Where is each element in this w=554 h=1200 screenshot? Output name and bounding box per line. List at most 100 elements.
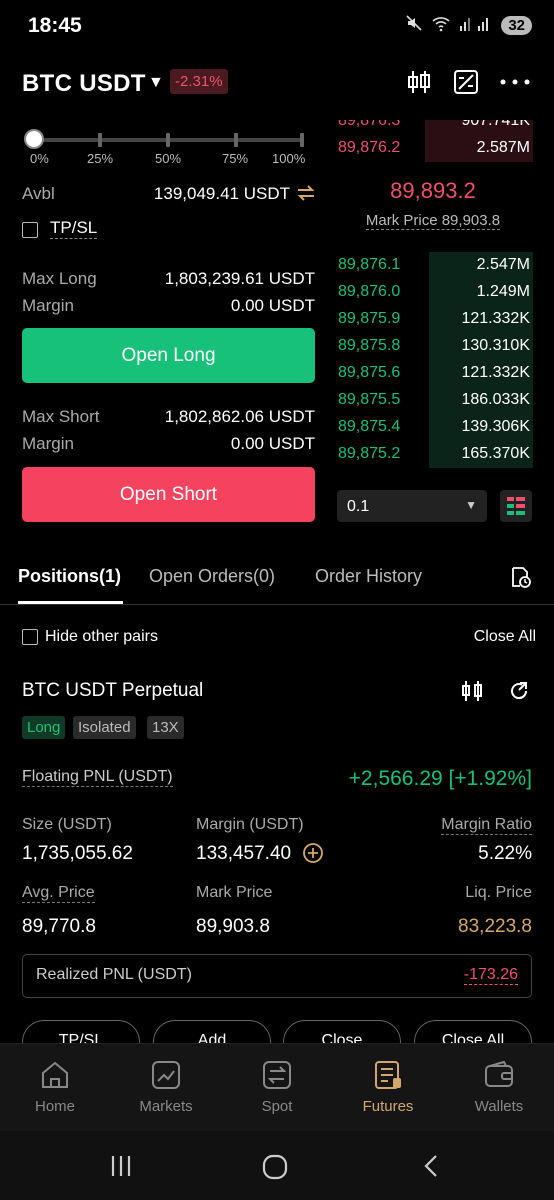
bid-price: 89,875.5 <box>338 391 401 408</box>
bid-qty: 186.033K <box>461 391 530 408</box>
back-icon[interactable] <box>420 1153 442 1184</box>
hide-other-pairs-checkbox[interactable] <box>22 629 38 645</box>
bid-qty: 1.249M <box>476 283 530 300</box>
margin-short-value: 0.00 USDT <box>230 434 315 453</box>
bid-price: 89,876.0 <box>338 283 401 300</box>
nav-home[interactable]: Home <box>15 1058 95 1115</box>
system-nav-bar <box>0 1131 554 1200</box>
orderbook-bid-row[interactable]: 89,875.6 121.332K <box>333 360 533 387</box>
floating-pnl-label[interactable]: Floating PNL (USDT) <box>22 768 173 787</box>
tab-positions[interactable]: Positions(1) <box>18 566 121 587</box>
open-long-button[interactable]: Open Long <box>22 328 315 383</box>
bid-qty: 130.310K <box>461 337 530 354</box>
status-icons: 32 <box>405 14 532 37</box>
realized-pnl-box: Realized PNL (USDT) -173.26 <box>22 954 532 998</box>
home-button-icon[interactable] <box>261 1153 289 1186</box>
orderbook-bid-row[interactable]: 89,875.9 121.332K <box>333 306 533 333</box>
bid-price: 89,875.4 <box>338 418 401 435</box>
wallet-icon <box>485 1060 513 1087</box>
position-title[interactable]: BTC USDT Perpetual <box>22 680 203 702</box>
orderbook-ask-row[interactable]: 89,876.2 2.587M <box>333 135 533 162</box>
orderbook-bid-row[interactable]: 89,875.2 165.370K <box>333 441 533 468</box>
bid-price: 89,875.8 <box>338 337 401 354</box>
percent-mark[interactable]: 0% <box>30 151 49 166</box>
transfer-icon[interactable] <box>296 184 316 207</box>
realized-pnl-value[interactable]: -173.26 <box>463 966 518 985</box>
bid-qty: 2.547M <box>476 256 530 273</box>
orderbook-bid-row[interactable]: 89,875.5 186.033K <box>333 387 533 414</box>
candlestick-chart-icon[interactable] <box>405 68 433 96</box>
margin-long-value: 0.00 USDT <box>230 296 315 315</box>
close-all-link[interactable]: Close All <box>474 628 536 646</box>
signal-icon <box>459 14 493 37</box>
spot-icon <box>263 1061 291 1089</box>
nav-spot[interactable]: Spot <box>237 1058 317 1115</box>
percent-mark[interactable]: 50% <box>155 151 181 166</box>
nav-futures[interactable]: Futures <box>348 1058 428 1115</box>
floating-pnl-value: +2,566.29 [+1.92%] <box>348 767 532 790</box>
margin-short-label: Margin <box>22 434 74 453</box>
max-short-value: 1,802,862.06 USDT <box>164 407 315 426</box>
percent-mark[interactable]: 75% <box>222 151 248 166</box>
nav-label: Markets <box>139 1098 193 1115</box>
nav-wallets[interactable]: Wallets <box>459 1058 539 1115</box>
more-icon[interactable] <box>498 68 530 96</box>
slider-tick <box>234 133 238 147</box>
battery-indicator: 32 <box>501 16 532 35</box>
open-short-button[interactable]: Open Short <box>22 467 315 522</box>
add-margin-icon[interactable] <box>302 842 324 869</box>
percent-mark[interactable]: 25% <box>87 151 113 166</box>
mark-price-label: Mark Price <box>196 884 273 901</box>
price-change-badge: -2.31% <box>170 69 228 94</box>
max-long-label: Max Long <box>22 269 97 288</box>
caret-down-icon[interactable]: ▼ <box>148 74 164 92</box>
tab-order-history[interactable]: Order History <box>315 566 422 587</box>
pair-title[interactable]: BTC USDT <box>22 70 146 98</box>
status-time: 18:45 <box>28 14 82 37</box>
last-price: 89,893.2 <box>390 178 476 203</box>
orderbook-bid-row[interactable]: 89,876.0 1.249M <box>333 279 533 306</box>
tpsl-checkbox[interactable] <box>22 222 38 238</box>
avg-price-label[interactable]: Avg. Price <box>22 884 95 903</box>
percent-mark[interactable]: 100% <box>272 151 305 166</box>
share-icon[interactable] <box>508 680 530 707</box>
leverage-tag: 13X <box>147 716 184 739</box>
hide-other-pairs-label[interactable]: Hide other pairs <box>45 628 158 646</box>
caret-down-icon: ▼ <box>465 498 477 512</box>
depth-value: 0.1 <box>347 498 370 515</box>
nav-markets[interactable]: Markets <box>126 1058 206 1115</box>
mark-price: Mark Price 89,903.8 <box>333 212 533 230</box>
history-icon[interactable] <box>508 565 532 594</box>
margin-ratio-label[interactable]: Margin Ratio <box>441 816 532 835</box>
margin-ratio-value: 5.22% <box>478 843 532 864</box>
bid-price: 89,875.9 <box>338 310 401 327</box>
mark-price-text: Mark Price 89,903.8 <box>365 212 501 230</box>
slider-knob[interactable] <box>24 129 44 149</box>
orderbook-layout-icon <box>507 497 525 515</box>
margin-mode-tag: Isolated <box>73 716 136 739</box>
slider-tick <box>300 133 304 147</box>
orderbook-bid-row[interactable]: 89,876.1 2.547M <box>333 252 533 279</box>
avbl-label: Avbl <box>22 184 55 203</box>
max-short-label: Max Short <box>22 407 100 426</box>
calculator-icon[interactable] <box>452 68 480 96</box>
max-long-value: 1,803,239.61 USDT <box>164 269 315 288</box>
markets-icon <box>152 1061 180 1089</box>
margin-label: Margin (USDT) <box>196 816 304 833</box>
nav-label: Futures <box>362 1098 414 1115</box>
recent-apps-icon[interactable] <box>108 1153 134 1184</box>
tab-open-orders[interactable]: Open Orders(0) <box>149 566 275 587</box>
depth-select[interactable]: 0.1 ▼ <box>337 490 487 522</box>
mute-icon <box>405 14 423 37</box>
bid-price: 89,876.1 <box>338 256 401 273</box>
divider <box>0 604 554 605</box>
slider-tick <box>98 133 102 147</box>
orderbook-bid-row[interactable]: 89,875.8 130.310K <box>333 333 533 360</box>
bid-qty: 121.332K <box>461 364 530 381</box>
futures-icon <box>375 1061 401 1089</box>
orderbook-bid-row[interactable]: 89,875.4 139.306K <box>333 414 533 441</box>
bottom-nav: Home Markets Spot Futures Wallets <box>0 1043 554 1131</box>
chart-settings-icon[interactable] <box>460 680 484 707</box>
orderbook-layout-button[interactable] <box>500 490 532 522</box>
tpsl-label[interactable]: TP/SL <box>50 218 98 239</box>
